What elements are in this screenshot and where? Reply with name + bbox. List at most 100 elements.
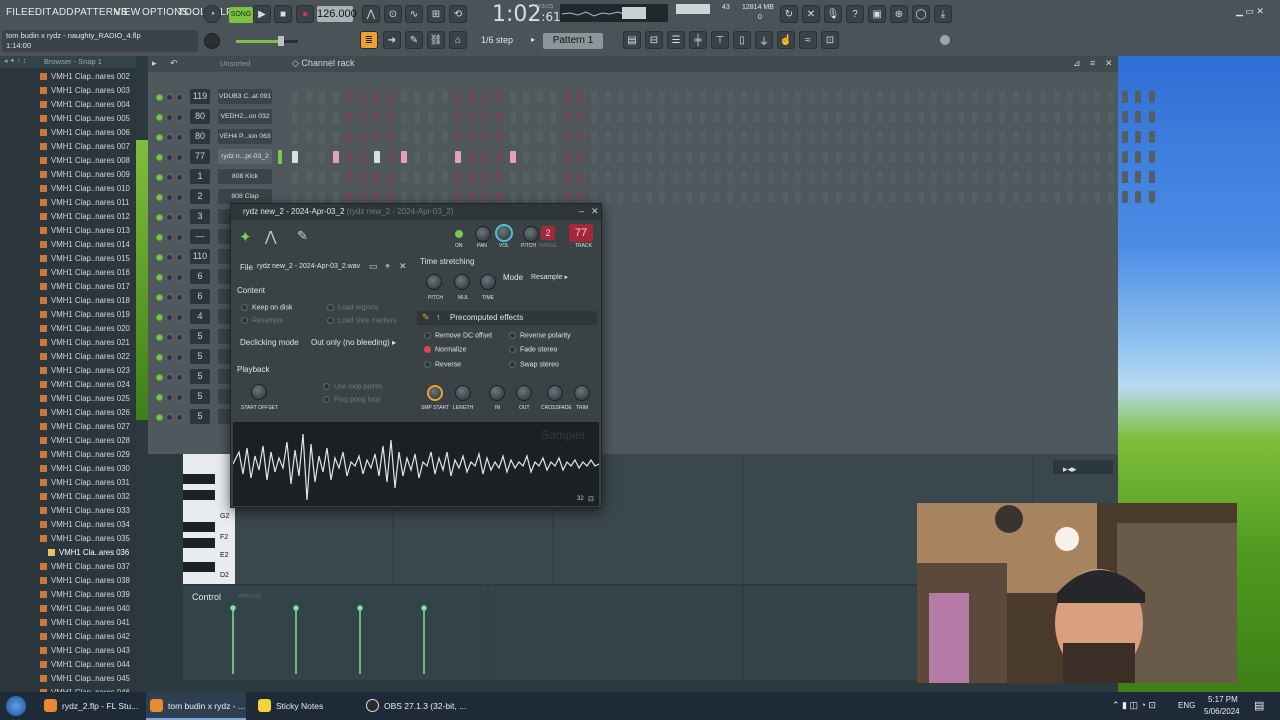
step-button[interactable] [1108,191,1114,203]
step-button[interactable] [468,111,475,123]
step-button[interactable] [455,191,462,203]
step-button[interactable] [305,91,312,103]
step-button[interactable] [577,171,584,183]
step-button[interactable] [958,191,965,203]
sampler-tab-wave-icon[interactable]: ✦ [239,228,252,246]
step-button[interactable] [972,131,978,143]
step-button[interactable] [591,191,598,203]
step-button[interactable] [1148,171,1155,183]
step-button[interactable] [876,171,883,183]
channel-mixer-track[interactable]: 6 [190,289,210,304]
step-button[interactable] [632,151,638,163]
channel-mixer-track[interactable]: 80 [190,129,210,144]
step-button[interactable] [523,111,530,123]
channel-mute-controls[interactable] [156,373,186,381]
step-button[interactable] [836,111,842,123]
step-button[interactable] [686,151,693,163]
step-button[interactable] [1135,151,1142,163]
channel-name[interactable]: 808 Clap [218,189,272,204]
step-button[interactable] [1121,151,1128,163]
notifications-icon[interactable]: ▤ [1254,699,1264,712]
step-button[interactable] [577,131,584,143]
browser-item[interactable]: VMH1 Clap..nares 039 [40,588,130,602]
step-button[interactable] [917,91,924,103]
step-button[interactable] [496,131,502,143]
step-button[interactable] [727,131,734,143]
ts-mul-knob[interactable] [454,274,470,290]
step-button[interactable] [700,191,706,203]
step-button[interactable] [319,171,326,183]
step-button[interactable] [332,111,339,123]
step-button[interactable] [999,191,1006,203]
step-button[interactable] [659,151,666,163]
in-knob[interactable] [489,385,505,401]
browser-item[interactable]: VMH1 Clap..nares 038 [40,574,130,588]
step-button[interactable] [509,111,516,123]
step-button[interactable] [822,91,829,103]
step-button[interactable] [863,111,870,123]
mode-select[interactable]: Resample ▸ [531,273,568,281]
step-button[interactable] [400,111,407,123]
step-button[interactable] [632,191,638,203]
step-button[interactable] [1108,171,1114,183]
step-button[interactable] [428,171,434,183]
step-button[interactable] [1053,131,1060,143]
sampler-close-icon[interactable]: ✕ [591,206,599,217]
step-button[interactable] [863,91,870,103]
step-button[interactable] [414,151,421,163]
step-button[interactable] [863,151,870,163]
step-button[interactable] [618,151,625,163]
step-button[interactable] [917,151,924,163]
step-button[interactable] [1040,91,1046,103]
step-button[interactable] [727,91,734,103]
step-button[interactable] [754,131,761,143]
step-button[interactable] [509,191,516,203]
step-button[interactable] [1108,151,1114,163]
step-button[interactable] [455,111,462,123]
step-button[interactable] [564,171,570,183]
step-button[interactable] [713,191,720,203]
step-button[interactable] [985,91,992,103]
sampler-tab-wrench-icon[interactable]: ✎ [297,228,308,244]
channel-row[interactable]: 119 VDUB3 C..at 091 [152,89,1155,105]
step-button[interactable] [985,131,992,143]
step-button[interactable] [985,191,992,203]
step-button[interactable] [482,191,489,203]
step-button[interactable] [836,91,842,103]
step-button[interactable] [414,171,421,183]
step-button[interactable] [740,91,747,103]
step-button[interactable] [836,171,842,183]
step-button[interactable] [305,191,312,203]
step-button[interactable] [904,131,910,143]
step-button[interactable] [387,111,394,123]
sampler-tab-envelope-icon[interactable]: ⋀ [265,228,276,245]
step-button[interactable] [319,111,326,123]
channel-mixer-track[interactable]: 77 [190,149,210,164]
step-button[interactable] [700,131,706,143]
channel-mixer-track[interactable]: 5 [190,349,210,364]
step-button[interactable] [400,151,407,163]
reverse-polarity-option[interactable]: Reverse polarity [509,332,571,339]
step-button[interactable] [1121,131,1128,143]
channel-name[interactable]: rydz n...pr-03_2 [218,149,272,164]
step-button[interactable] [740,171,747,183]
step-button[interactable] [577,151,584,163]
step-button[interactable] [931,111,938,123]
step-button[interactable] [958,151,965,163]
step-button[interactable] [360,191,366,203]
step-button[interactable] [373,191,380,203]
step-button[interactable] [944,191,951,203]
step-button[interactable] [1012,191,1019,203]
channel-mute-controls[interactable] [156,113,186,121]
step-button[interactable] [1080,91,1087,103]
step-button[interactable] [754,191,761,203]
step-button[interactable] [849,131,856,143]
browser-item[interactable]: VMH1 Cla..ares 036 [48,546,129,560]
clock-time[interactable]: 5:17 PM [1208,695,1238,704]
crossfade-knob[interactable] [547,385,563,401]
step-button[interactable] [428,91,434,103]
step-button[interactable] [536,131,543,143]
browser-item[interactable]: VMH1 Clap..nares 037 [40,560,130,574]
step-button[interactable] [836,191,842,203]
info-icon[interactable]: ↑ [436,312,441,322]
